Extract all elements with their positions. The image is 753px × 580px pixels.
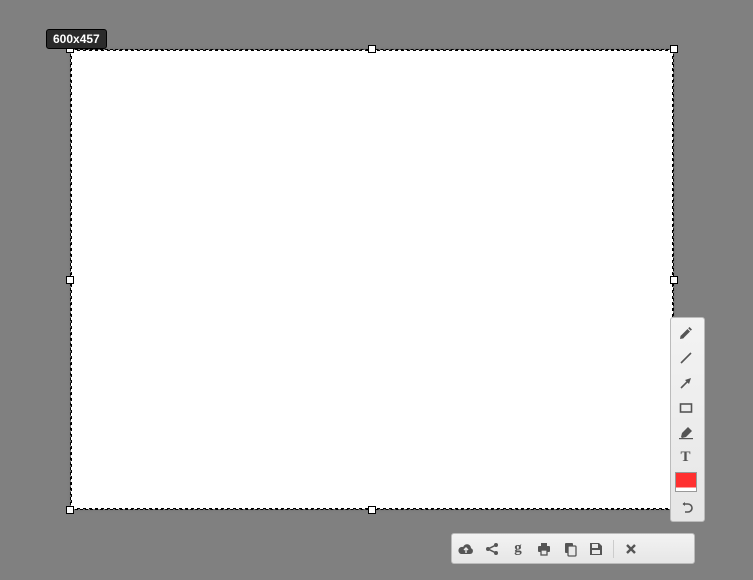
undo-button[interactable] [673, 495, 698, 518]
copy-icon [562, 541, 578, 557]
marker-icon [678, 425, 694, 441]
google-icon: g [514, 540, 522, 557]
arrow-icon [678, 375, 694, 391]
save-button[interactable] [585, 538, 607, 559]
arrow-tool[interactable] [673, 371, 698, 394]
undo-icon [678, 499, 694, 515]
line-icon [678, 350, 694, 366]
upload-cloud-icon [457, 541, 475, 557]
resize-handle-tm[interactable] [368, 45, 376, 53]
text-icon: T [680, 449, 690, 466]
resize-handle-bl[interactable] [66, 506, 74, 514]
capture-canvas [72, 51, 672, 508]
save-icon [588, 541, 604, 557]
dimensions-badge: 600x457 [46, 29, 107, 49]
pencil-tool[interactable] [673, 321, 698, 344]
rectangle-tool[interactable] [673, 396, 698, 419]
copy-button[interactable] [559, 538, 581, 559]
upload-button[interactable] [455, 538, 477, 559]
close-button[interactable] [620, 538, 642, 559]
resize-handle-bm[interactable] [368, 506, 376, 514]
google-search-button[interactable]: g [507, 538, 529, 559]
action-bar: g [451, 533, 695, 564]
share-icon [484, 541, 500, 557]
print-icon [536, 541, 552, 557]
tool-panel: T [670, 317, 705, 522]
pencil-icon [678, 325, 694, 341]
separator [613, 540, 614, 558]
close-icon [624, 542, 638, 556]
print-button[interactable] [533, 538, 555, 559]
share-button[interactable] [481, 538, 503, 559]
marker-tool[interactable] [673, 421, 698, 444]
resize-handle-tr[interactable] [670, 45, 678, 53]
color-picker[interactable] [673, 471, 698, 493]
rectangle-icon [678, 400, 694, 416]
line-tool[interactable] [673, 346, 698, 369]
color-swatch [675, 472, 697, 492]
text-tool[interactable]: T [673, 446, 698, 469]
resize-handle-mr[interactable] [670, 276, 678, 284]
resize-handle-ml[interactable] [66, 276, 74, 284]
